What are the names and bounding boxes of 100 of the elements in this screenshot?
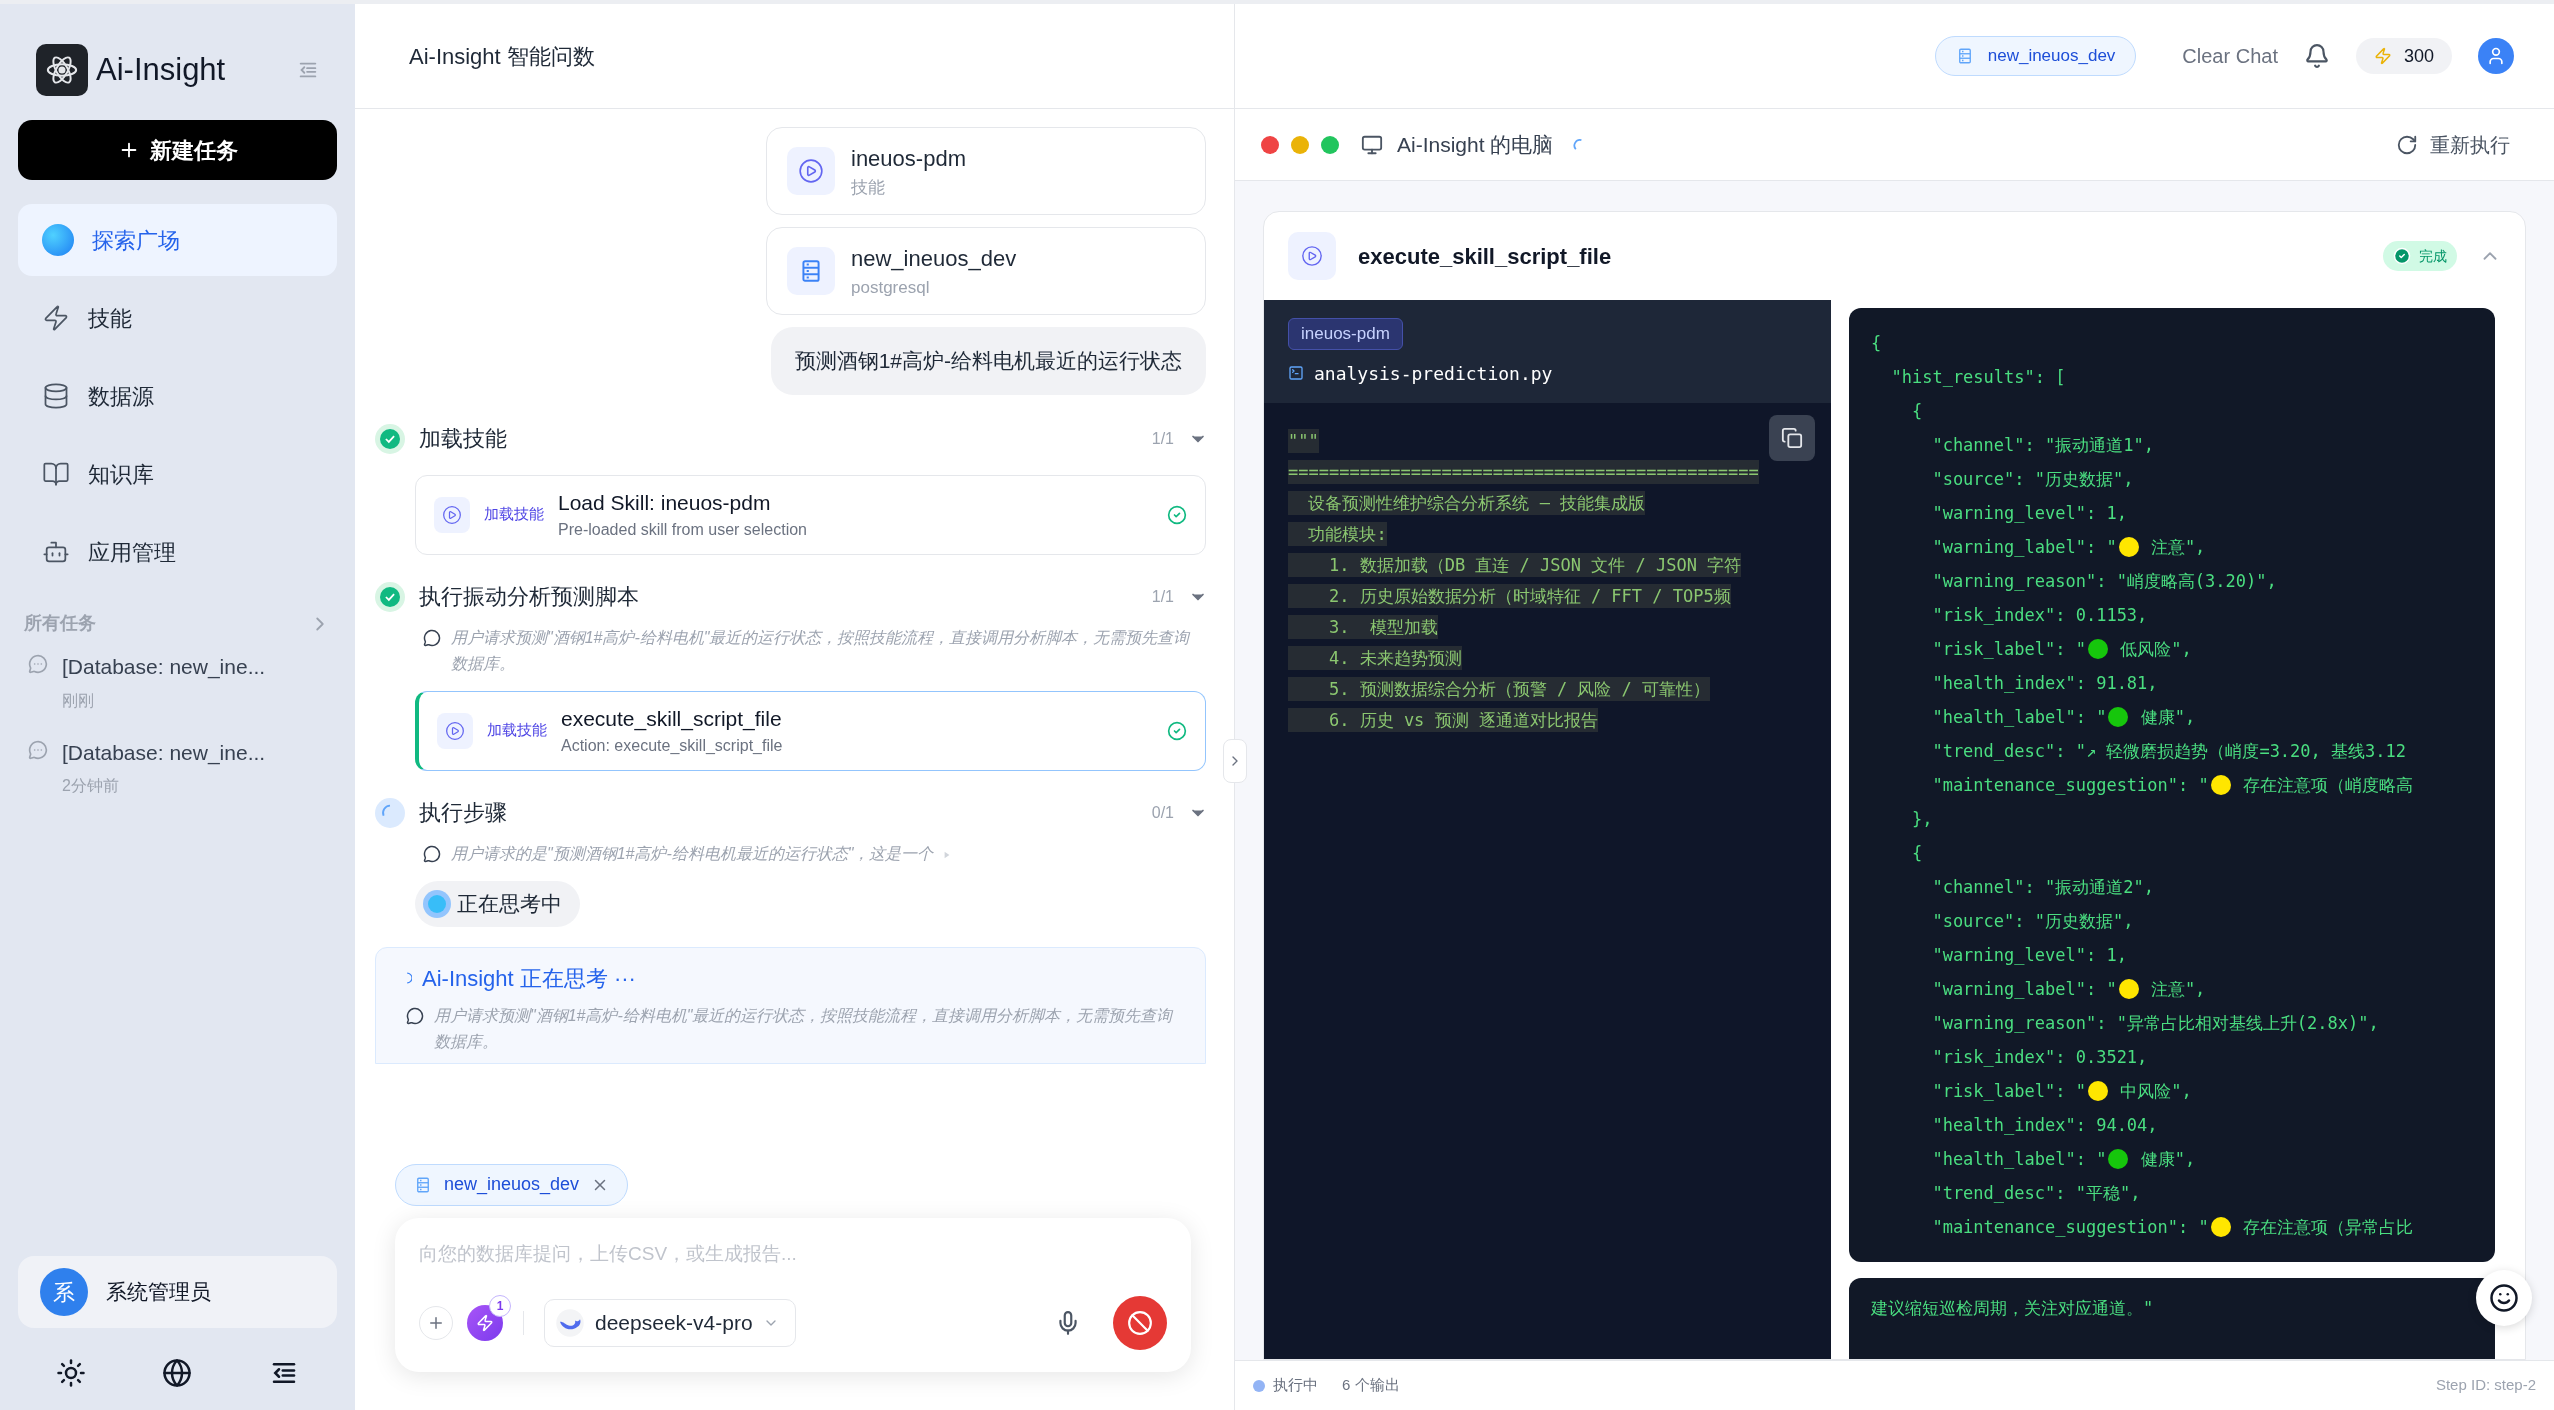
nav-item[interactable]: 知识库 [18,438,337,510]
nav-item[interactable]: 数据源 [18,360,337,432]
language-icon[interactable] [162,1358,193,1388]
count-badge: 1 [489,1295,511,1317]
model-select[interactable]: deepseek-v4-pro [544,1299,796,1347]
output-line: { [1910,842,1924,865]
action-card[interactable]: 加载技能 Load Skill: ineuos-pdm Pre-loaded skill from user selection [415,474,1206,555]
output-line: "maintenance_suggestion": " 存在注意项（异常占比 [1931,1216,2414,1239]
play-icon [1301,245,1323,267]
stop-button[interactable] [1113,1296,1167,1350]
step-count: 1/1 [1151,586,1174,607]
nav-item[interactable]: 探索广场 [18,204,337,276]
status-badge: 完成 [2383,241,2457,271]
logo-icon [36,44,88,96]
nav-item[interactable]: 应用管理 [18,516,337,588]
output-line: "source": "历史数据", [1931,910,2135,933]
step-title: 执行振动分析预测脚本 [419,583,639,611]
task-title: [Database: new_ine... [62,654,266,681]
step-id: Step ID: step-2 [2435,1375,2536,1396]
database-icon [414,1175,432,1194]
expand-handle[interactable] [1223,739,1247,783]
refresh-icon [2396,133,2418,156]
check-icon [2393,247,2411,265]
file-name: analysis-prediction.py [1314,361,1553,386]
thought-icon [423,844,441,863]
step-title: 执行步骤 [419,799,507,827]
user-avatar-icon[interactable] [2478,38,2514,74]
stop-icon [1127,1310,1153,1336]
thought-text: 用户请求的是"预测酒钢1#高炉-给料电机最近的运行状态"，这是一个 [451,843,934,864]
task-time: 2分钟前 [62,776,120,796]
theme-icon[interactable] [56,1358,87,1388]
task-item[interactable]: [Database: new_ine... 2分钟前 [28,736,327,798]
output-line: 建议缩短巡检周期，关注对应通道。" [1871,1298,2154,1318]
thought-icon [406,1006,424,1025]
output-line: { [1871,332,1883,355]
output-line: "risk_label": " 低风险", [1931,638,2193,661]
output-line: "health_index": 91.81, [1931,672,2159,695]
attachment-card[interactable]: ineuos-pdm 技能 [766,127,1206,215]
tool-name: execute_skill_script_file [1358,242,1612,271]
book-icon [42,460,70,488]
action-subtitle: Pre-loaded skill from user selection [558,520,808,541]
action-tag: 加载技能 [487,719,547,742]
output-line: "maintenance_suggestion": " 存在注意项（峭度略高 [1931,774,2414,797]
pulse-icon [423,889,451,918]
plus-icon [427,1314,445,1332]
user-icon [2486,46,2506,66]
lightning-icon [2373,47,2392,65]
task-time: 刚刚 [62,690,95,711]
copy-button[interactable] [1769,414,1815,461]
play-icon [442,504,462,525]
clear-chat-button[interactable]: Clear Chat [2182,41,2278,71]
step-count: 0/1 [1151,802,1174,823]
output-line: "channel": "振动通道1", [1931,434,2155,457]
play-icon [798,158,824,184]
chat-bubble-icon [28,739,48,760]
output-line: "source": "历史数据", [1931,468,2135,491]
chat-bubble-icon [28,654,48,674]
nav-item[interactable]: 技能 [18,282,337,354]
monitor-icon [1361,133,1383,156]
user-card[interactable]: 系 系统管理员 [18,1256,337,1328]
datasource-chip[interactable]: new_ineuos_dev [395,1163,629,1206]
thinking-chip: 正在思考中 [415,880,580,927]
output-line: "health_index": 94.04, [1931,1114,2159,1137]
attachment-name: ineuos-pdm [851,144,966,173]
app-title: Ai-Insight [96,50,226,89]
rerun-button[interactable]: 重新执行 [2396,129,2510,160]
lightning-icon [42,304,70,332]
output-line: "channel": "振动通道2", [1931,876,2155,899]
task-item[interactable]: [Database: new_ine... 刚刚 [28,651,327,713]
panel-title: Ai-Insight 的电脑 [1397,131,1554,158]
notification-icon[interactable] [2303,43,2330,69]
database-icon [42,382,70,410]
output-line: "warning_reason": "峭度略高(3.20)", [1931,570,2278,593]
attachment-type: 技能 [851,176,886,199]
output-line: "warning_level": 1, [1931,944,2128,967]
action-title: Load Skill: ineuos-pdm [558,489,772,516]
step-count: 1/1 [1151,428,1174,449]
page-title: Ai-Insight 智能问数 [409,42,595,71]
user-name: 系统管理员 [106,1279,211,1306]
attachment-card[interactable]: new_ineuos_dev postgresql [766,227,1206,315]
action-card[interactable]: 加载技能 execute_skill_script_file Action: execute_skill_script_file [415,690,1206,771]
output-line: "warning_reason": "异常占比相对基线上升(2.8x)", [1931,1012,2380,1035]
task-title: [Database: new_ine... [62,739,266,767]
new-task-button[interactable]: 新建任务 [18,120,337,180]
smile-icon [2489,1283,2519,1313]
bot-avatar-icon [42,224,74,256]
message-input[interactable]: 向您的数据库提问，上传CSV，或生成报告... [419,1239,1167,1268]
output-line: "risk_index": 0.3521, [1931,1046,2149,1069]
skill-tag: ineuos-pdm [1288,318,1403,350]
datasource-chip[interactable]: new_ineuos_dev [1934,36,2137,76]
output-line: "hist_results": [ [1890,366,2067,389]
more-icon [943,850,952,859]
output-line: "health_label": " 健康", [1931,706,2197,729]
output-line: "warning_label": " 注意", [1931,978,2207,1001]
action-subtitle: Action: execute_skill_script_file [561,736,784,757]
attachment-name: new_ineuos_dev [851,244,1017,273]
terminal-icon [1288,365,1304,381]
user-avatar: 系 [40,1268,88,1316]
traffic-lights-icon [1261,135,1339,154]
credits-badge: 300 [2355,38,2452,74]
